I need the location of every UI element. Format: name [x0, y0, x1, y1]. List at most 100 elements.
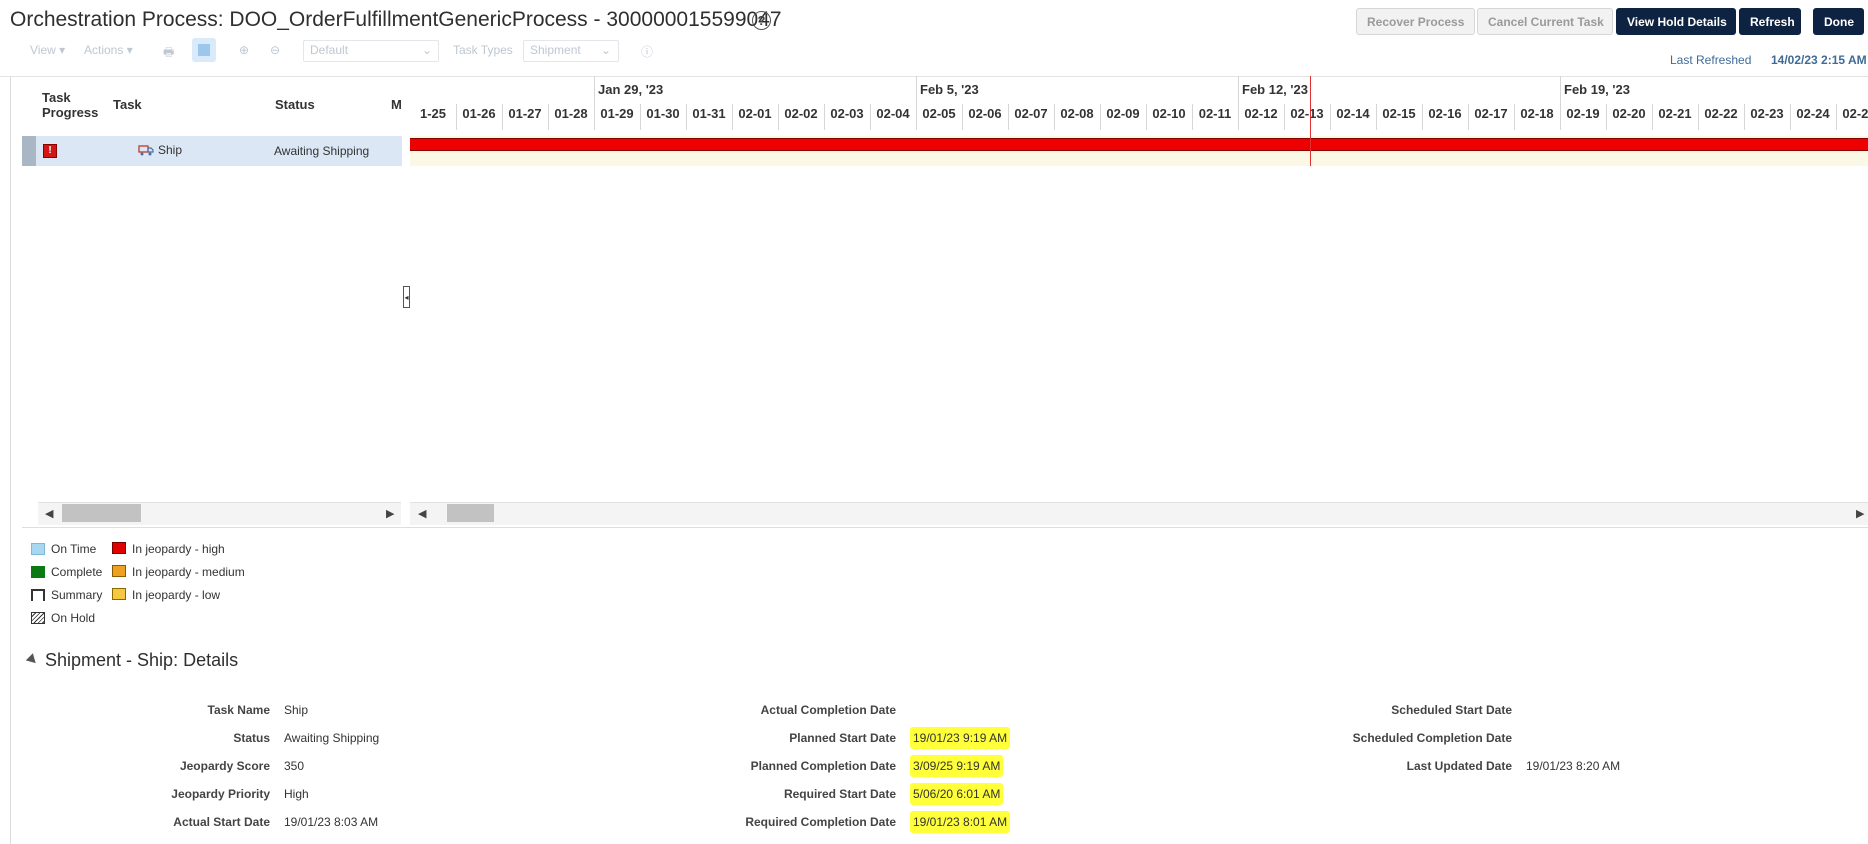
week-label: Jan 29, '23: [598, 82, 664, 97]
day-label: 02-22: [1704, 106, 1738, 121]
day-label: 02-18: [1520, 106, 1554, 121]
day-label: 02-04: [876, 106, 910, 121]
view-menu[interactable]: View ▾: [30, 43, 65, 57]
detail-label: Planned Start Date: [789, 731, 896, 745]
collapse-caret-icon[interactable]: [25, 653, 40, 667]
legend-on-hold: On Hold: [51, 611, 96, 625]
column-header-m[interactable]: M: [391, 97, 402, 112]
help-ghost-icon[interactable]: ⓘ: [641, 43, 653, 60]
week-label: Feb 12, '23: [1242, 82, 1308, 97]
column-header-task-progress[interactable]: Task Progress: [42, 90, 98, 120]
day-label: 02-01: [738, 106, 772, 121]
detail-label: Scheduled Completion Date: [1352, 731, 1512, 745]
day-label: 01-28: [554, 106, 588, 121]
detail-label: Last Updated Date: [1406, 759, 1512, 773]
legend-summary: Summary: [51, 588, 103, 602]
cancel-current-task-button[interactable]: Cancel Current Task: [1477, 8, 1613, 35]
jeopardy-high-icon: !: [43, 144, 57, 158]
scroll-right-arrow-icon[interactable]: ▶: [386, 507, 394, 520]
detail-label: Planned Completion Date: [750, 759, 896, 773]
scroll-thumb[interactable]: [447, 504, 494, 522]
detail-value: 3/09/25 9:19 AM: [910, 755, 1004, 777]
detail-value: 19/01/23 9:19 AM: [910, 727, 1011, 749]
today-marker: [1310, 76, 1311, 166]
saved-search-value: Default: [310, 43, 349, 57]
last-refreshed-label: Last Refreshed: [1670, 53, 1752, 67]
detail-label: Required Completion Date: [745, 815, 896, 829]
week-separator: [1238, 76, 1239, 104]
scroll-left-arrow-icon[interactable]: ◀: [45, 507, 53, 520]
refresh-button[interactable]: Refresh: [1739, 8, 1801, 35]
page-title: Orchestration Process: DOO_OrderFulfillm…: [10, 8, 782, 31]
chevron-down-icon: ⌄: [422, 43, 433, 57]
detail-label: Actual Start Date: [173, 815, 270, 829]
detail-value: 19/01/23 8:01 AM: [910, 811, 1011, 833]
on-time-swatch: [31, 543, 45, 555]
week-separator: [1560, 76, 1561, 104]
print-icon[interactable]: 🖶: [163, 43, 174, 64]
gantt-task-bar[interactable]: [410, 138, 1868, 151]
recover-process-button[interactable]: Recover Process: [1356, 8, 1475, 35]
day-label: 1-25: [419, 106, 447, 121]
details-section-title: Shipment - Ship: Details: [45, 650, 239, 670]
complete-swatch: [31, 566, 45, 578]
week-label: Feb 5, '23: [920, 82, 979, 97]
scroll-right-arrow-icon[interactable]: ▶: [1856, 507, 1864, 520]
gantt-horizontal-scrollbar[interactable]: [410, 502, 1868, 525]
day-label: 02-08: [1060, 106, 1094, 121]
summary-swatch: [31, 589, 45, 601]
legend-on-time: On Time: [51, 542, 97, 556]
detail-value: 350: [284, 759, 305, 773]
day-label: 02-09: [1106, 106, 1140, 121]
done-button[interactable]: Done: [1813, 8, 1864, 35]
day-label: 02-19: [1566, 106, 1600, 121]
detail-value: Ship: [284, 703, 309, 717]
legend-complete: Complete: [51, 565, 103, 579]
legend-jeopardy-low: In jeopardy - low: [132, 588, 221, 602]
detail-label: Status: [233, 731, 270, 745]
actions-menu[interactable]: Actions ▾: [84, 43, 133, 57]
jeopardy-medium-swatch: [112, 565, 126, 577]
zoom-in-icon[interactable]: ⊕: [239, 43, 249, 57]
detail-label: Task Name: [207, 703, 270, 717]
day-label: 02-06: [968, 106, 1002, 121]
day-label: 01-31: [692, 106, 726, 121]
day-label: 02-13: [1290, 106, 1324, 121]
last-refreshed-value: 14/02/23 2:15 AM: [1771, 53, 1867, 67]
task-types-label: Task Types: [453, 43, 513, 57]
detail-label: Jeopardy Priority: [171, 787, 270, 801]
day-label: 02-03: [830, 106, 864, 121]
task-name-cell[interactable]: Ship: [158, 143, 182, 157]
day-label: 01-30: [646, 106, 680, 121]
day-label: 02-14: [1336, 106, 1370, 121]
zoom-out-icon[interactable]: ⊖: [270, 43, 280, 57]
detail-value: Awaiting Shipping: [284, 731, 380, 745]
detail-value: 19/01/23 8:20 AM: [1526, 759, 1621, 773]
detail-label: Jeopardy Score: [179, 759, 270, 773]
on-hold-swatch: [31, 612, 45, 624]
view-hold-details-button[interactable]: View Hold Details: [1616, 8, 1736, 35]
scroll-thumb[interactable]: [62, 504, 141, 522]
week-separator: [594, 76, 595, 104]
day-label: 02-17: [1474, 106, 1508, 121]
day-label: 02-05: [922, 106, 956, 121]
scroll-left-arrow-icon[interactable]: ◀: [418, 507, 426, 520]
row-selector[interactable]: [22, 136, 36, 166]
detail-label: Required Start Date: [783, 787, 896, 801]
day-label: 02-02: [784, 106, 818, 121]
column-header-status[interactable]: Status: [275, 97, 315, 112]
status-cell: Awaiting Shipping: [274, 144, 370, 158]
detail-label: Actual Completion Date: [760, 703, 896, 717]
day-label: 02-07: [1014, 106, 1048, 121]
jeopardy-high-swatch: [112, 542, 126, 554]
jeopardy-low-swatch: [112, 588, 126, 600]
detail-value: High: [284, 787, 309, 801]
help-icon[interactable]: ?: [752, 11, 771, 30]
day-label: 01-26: [462, 106, 496, 121]
chevron-down-icon: ⌄: [601, 43, 612, 57]
column-header-task[interactable]: Task: [113, 97, 142, 112]
collapse-splitter-button[interactable]: ◂: [403, 286, 410, 308]
week-separator: [916, 76, 917, 104]
day-label: 02-24: [1796, 106, 1830, 121]
day-label: 02-20: [1612, 106, 1646, 121]
